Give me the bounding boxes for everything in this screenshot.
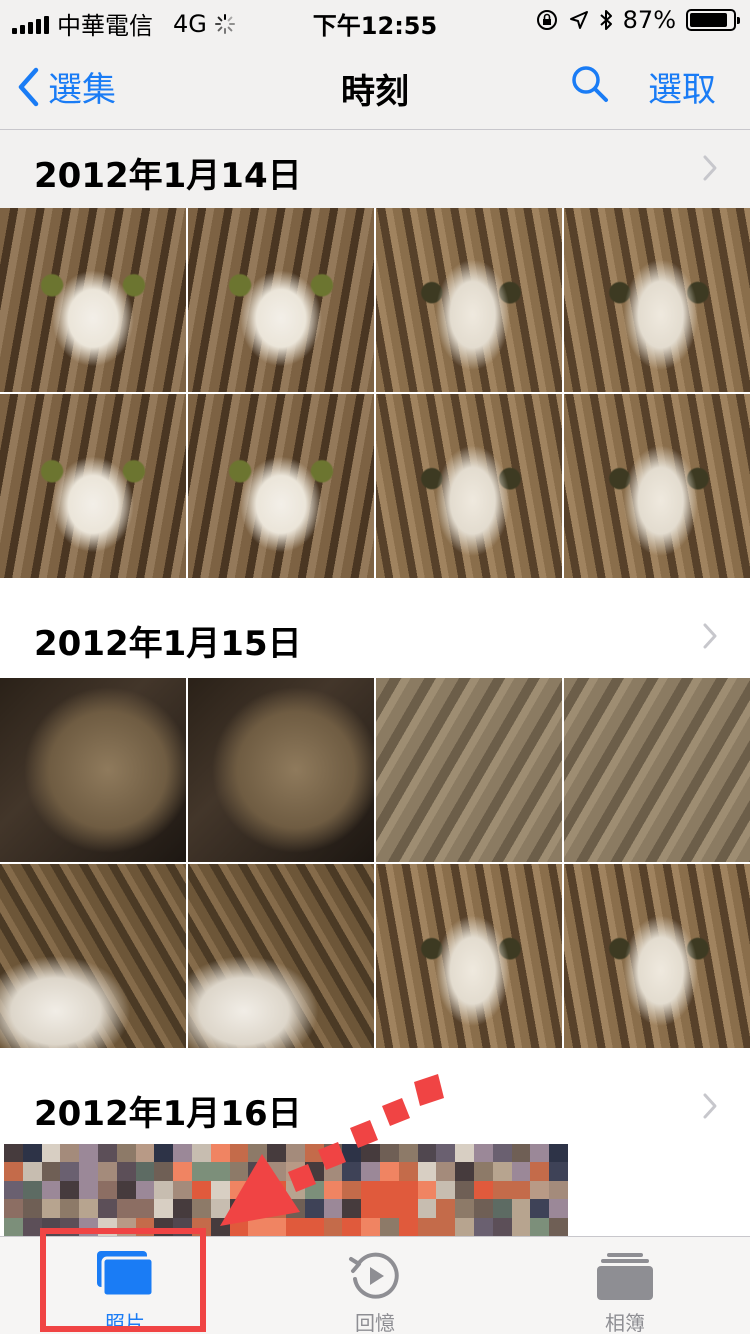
photo-thumbnail[interactable] (376, 864, 562, 1048)
photo-thumbnail[interactable] (188, 394, 374, 578)
photo-thumbnail[interactable] (0, 394, 186, 578)
section-header-jan-15[interactable]: 2012年1月15日 (0, 598, 750, 676)
pixelated-photo-strip[interactable] (4, 1144, 568, 1236)
tab-albums[interactable]: 相簿 (500, 1237, 750, 1334)
photo-thumbnail[interactable] (564, 864, 750, 1048)
tab-memories[interactable]: 回憶 (250, 1237, 500, 1334)
section-date: 2012年1月16日 (34, 1094, 302, 1134)
section-header-jan-16[interactable]: 2012年1月16日 (0, 1068, 750, 1146)
photo-thumbnail[interactable] (376, 208, 562, 392)
status-right: 87% (535, 6, 740, 34)
rotation-lock-icon (536, 10, 557, 30)
bluetooth-icon (599, 10, 612, 30)
battery-fill (690, 13, 727, 27)
tab-label: 回憶 (355, 1311, 395, 1334)
status-bar: 中華電信 4G 下午12:55 87% (0, 0, 750, 40)
photo-thumbnail[interactable] (188, 208, 374, 392)
photo-thumbnail[interactable] (0, 678, 186, 862)
photo-thumbnail[interactable] (0, 864, 186, 1048)
chevron-right-icon (703, 155, 717, 181)
tab-label: 相簿 (605, 1311, 645, 1334)
photo-thumbnail[interactable] (188, 678, 374, 862)
photo-thumbnail[interactable] (0, 208, 186, 392)
section-header-jan-14[interactable]: 2012年1月14日 (0, 130, 750, 208)
photo-thumbnail[interactable] (188, 864, 374, 1048)
battery-icon (686, 9, 740, 31)
select-button[interactable]: 選取 (648, 62, 716, 111)
search-button[interactable] (570, 64, 610, 108)
photo-thumbnail[interactable] (564, 394, 750, 578)
section-date: 2012年1月15日 (34, 624, 302, 664)
photo-thumbnail[interactable] (376, 394, 562, 578)
search-icon (572, 66, 608, 102)
memories-icon (349, 1252, 399, 1299)
battery-percentage: 87% (622, 6, 676, 34)
albums-icon (597, 1253, 653, 1300)
photo-thumbnail[interactable] (564, 678, 750, 862)
chevron-right-icon (703, 623, 717, 649)
photo-grid-jan-14 (0, 208, 750, 578)
photo-thumbnail[interactable] (564, 208, 750, 392)
section-date: 2012年1月14日 (34, 156, 302, 196)
photo-thumbnail[interactable] (376, 678, 562, 862)
chevron-right-icon (703, 1093, 717, 1119)
location-icon (569, 11, 588, 29)
photo-grid-jan-15 (0, 678, 750, 1048)
navigation-bar: 選集 時刻 選取 (0, 40, 750, 130)
highlight-box-annotation (40, 1228, 206, 1332)
page-title: 時刻 (341, 72, 409, 112)
